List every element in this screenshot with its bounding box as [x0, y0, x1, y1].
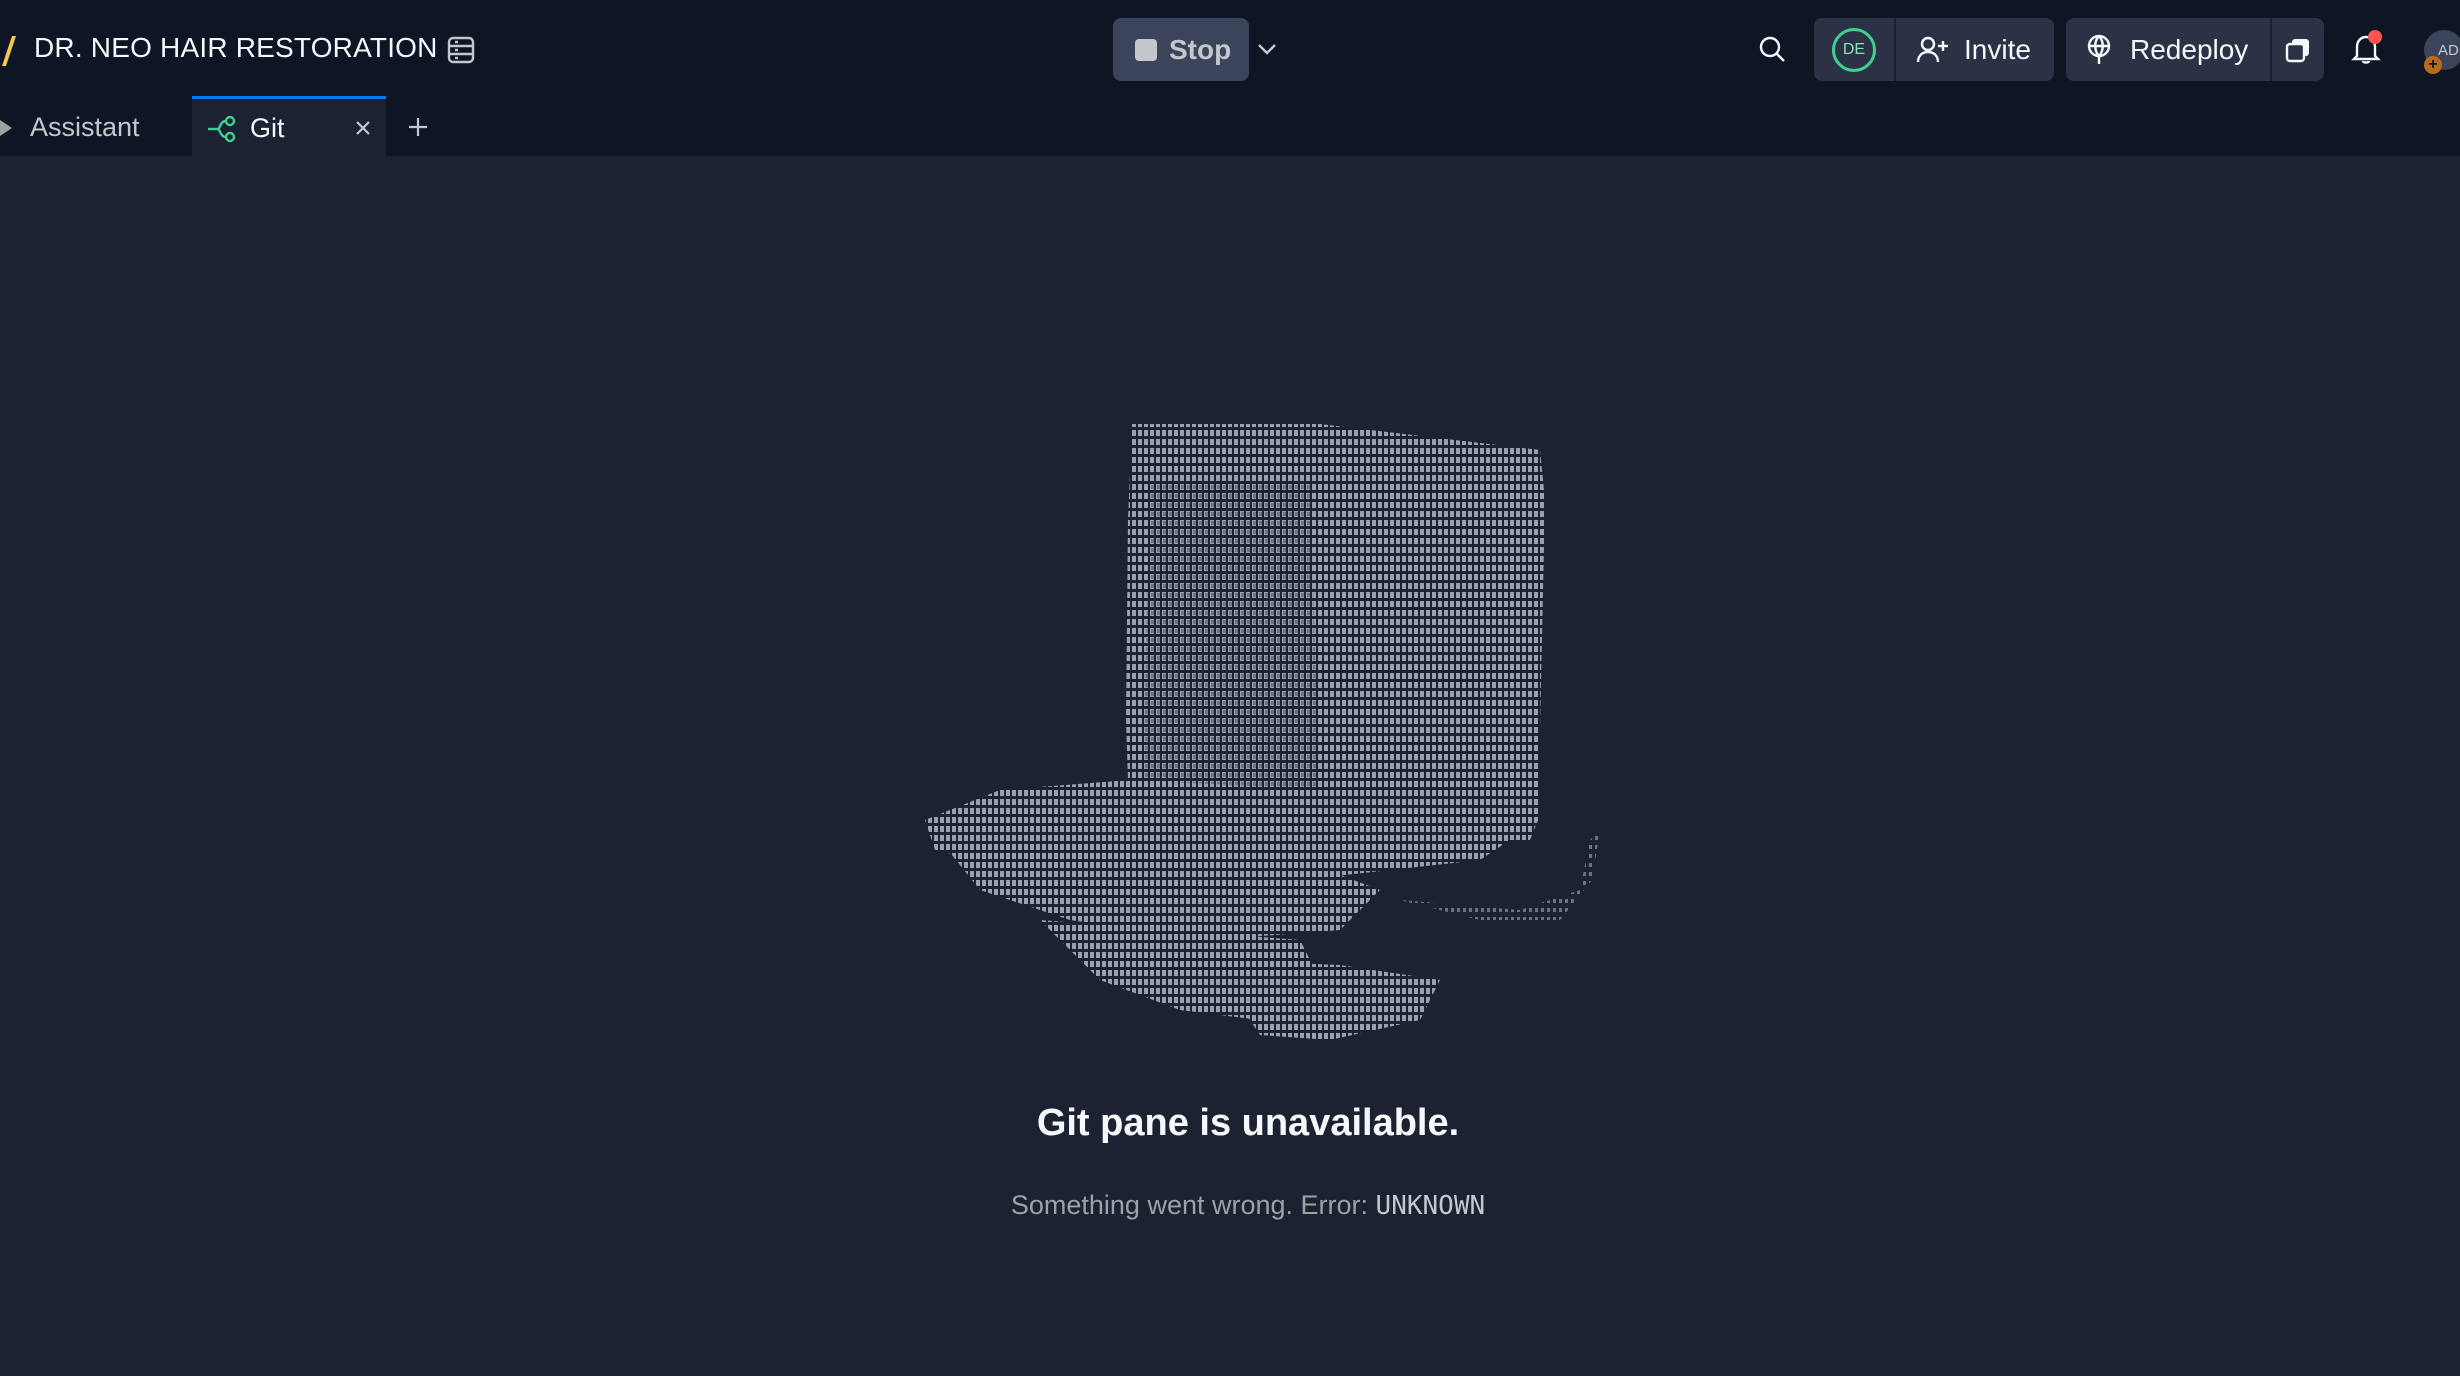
- add-tab-button[interactable]: [400, 106, 436, 148]
- search-icon: [1759, 36, 1785, 62]
- search-button[interactable]: [1752, 26, 1792, 72]
- tab-git[interactable]: Git: [192, 96, 386, 158]
- redeploy-label: Redeploy: [2130, 33, 2249, 65]
- stop-button[interactable]: Stop: [1113, 18, 1249, 81]
- collaborator-avatar[interactable]: DE: [1832, 28, 1876, 72]
- chevron-down-icon: [1258, 44, 1276, 55]
- app-title[interactable]: DR. NEO HAIR RESTORATION: [34, 30, 438, 66]
- deployments-icon: [2285, 38, 2309, 62]
- close-icon: [356, 121, 370, 135]
- plus-icon: [409, 118, 427, 136]
- tab-label: Assistant: [30, 111, 140, 142]
- error-title: Git pane is unavailable.: [1036, 1102, 1460, 1144]
- stop-square-icon: [1135, 38, 1157, 61]
- ascii-art-top-hat: [925, 424, 1600, 1040]
- deploy-group: Redeploy: [2066, 18, 2324, 81]
- run-options-button[interactable]: [1252, 28, 1282, 70]
- notification-dot: [2368, 30, 2382, 44]
- tab-assistant[interactable]: Assistant: [0, 96, 190, 158]
- user-plus-icon: [1916, 36, 1948, 62]
- close-tab-button[interactable]: [348, 113, 378, 143]
- deploy-options-button[interactable]: [2272, 18, 2324, 81]
- redeploy-button[interactable]: Redeploy: [2066, 18, 2270, 81]
- user-badge: +: [2424, 56, 2442, 74]
- tab-bar: Assistant Git: [0, 96, 2460, 158]
- git-branch-icon: [208, 115, 236, 142]
- tab-label: Git: [250, 113, 285, 143]
- invite-label: Invite: [1964, 33, 2031, 65]
- files-panel-icon: [447, 36, 475, 64]
- top-bar: DR. NEO HAIR RESTORATION Stop DE Invite …: [0, 0, 2460, 96]
- error-code: UNKNOWN: [1375, 1191, 1486, 1221]
- replit-logo-icon[interactable]: [0, 32, 18, 68]
- deploy-globe-icon: [2087, 34, 2111, 64]
- collaborators-group: DE Invite: [1814, 18, 2054, 81]
- error-message-line: Something went wrong. Error: UNKNOWN: [0, 1190, 2460, 1221]
- files-panel-button[interactable]: [440, 26, 482, 74]
- invite-button[interactable]: Invite: [1896, 18, 2054, 81]
- assistant-icon: [0, 120, 12, 136]
- stop-label: Stop: [1169, 33, 1232, 65]
- error-message: Something went wrong. Error:: [1010, 1190, 1369, 1220]
